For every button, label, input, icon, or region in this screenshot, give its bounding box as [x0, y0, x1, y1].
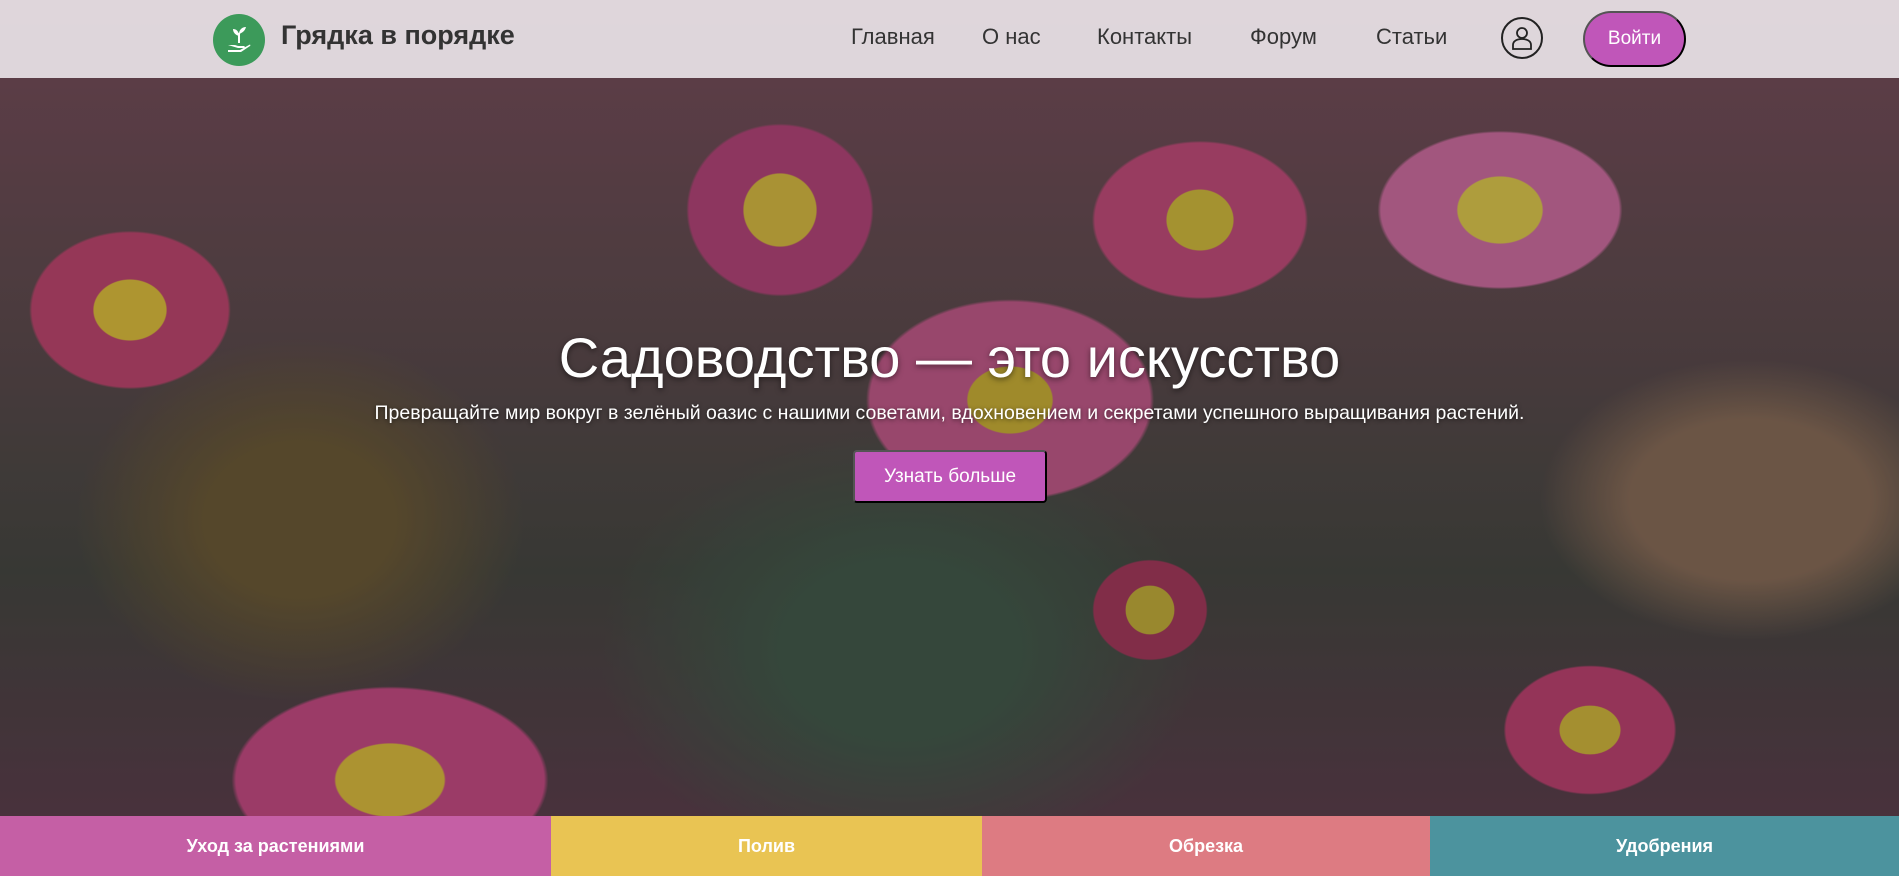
nav-item-articles[interactable]: Статьи [1376, 24, 1447, 50]
site-header: Грядка в порядке Главная О нас Контакты … [0, 0, 1899, 78]
hero-title: Садоводство — это искусство [558, 326, 1341, 389]
brand-name[interactable]: Грядка в порядке [281, 20, 515, 51]
category-watering[interactable]: Полив [551, 816, 982, 876]
nav-item-home[interactable]: Главная [851, 24, 935, 50]
category-pruning[interactable]: Обрезка [982, 816, 1430, 876]
login-button[interactable]: Войти [1583, 11, 1686, 67]
plant-hand-icon[interactable] [213, 14, 265, 66]
user-icon[interactable] [1501, 17, 1543, 59]
nav-item-contacts[interactable]: Контакты [1097, 24, 1192, 50]
nav-item-forum[interactable]: Форум [1250, 24, 1317, 50]
hero-subtitle: Превращайте мир вокруг в зелёный оазис с… [374, 402, 1525, 424]
category-plant-care[interactable]: Уход за растениями [0, 816, 551, 876]
nav-item-about[interactable]: О нас [982, 24, 1041, 50]
learn-more-button[interactable]: Узнать больше [853, 450, 1047, 503]
category-fertilizers[interactable]: Удобрения [1430, 816, 1899, 876]
